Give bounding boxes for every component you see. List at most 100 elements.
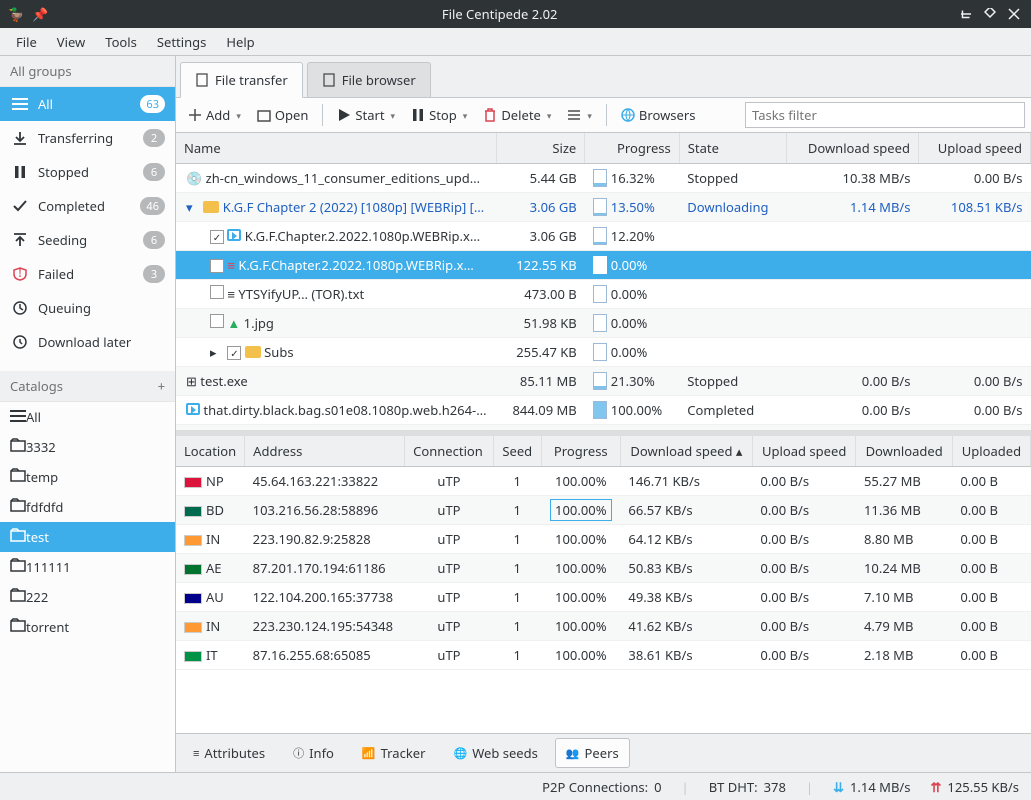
add-button[interactable]: Add▾	[182, 102, 247, 128]
start-button[interactable]: Start▾	[331, 102, 401, 128]
upload-icon	[10, 233, 30, 247]
titlebar: 🦆 📌 File Centipede 2.02	[0, 0, 1031, 28]
expand-icon[interactable]: ▸	[210, 343, 224, 361]
folder-icon	[203, 198, 219, 216]
col-state[interactable]: State	[679, 133, 787, 164]
catalog-111111[interactable]: 111111	[0, 552, 175, 582]
exe-icon: ⊞	[186, 372, 197, 390]
peer-col-download-speed[interactable]: Download speed ▴	[620, 436, 752, 467]
peer-row[interactable]: AU 122.104.200.165:37738 uTP 1 100.00% 4…	[176, 583, 1031, 612]
window-title: File Centipede 2.02	[48, 5, 951, 23]
task-row[interactable]: 💿 zh-cn_windows_11_consumer_editions_upd…	[176, 164, 1031, 193]
tasks-filter-input[interactable]	[745, 102, 1025, 128]
peer-col-seed[interactable]: Seed	[493, 436, 541, 467]
col-progress[interactable]: Progress	[585, 133, 679, 164]
stop-button[interactable]: Stop▾	[405, 102, 473, 128]
catalog-222[interactable]: 222	[0, 582, 175, 612]
toolbar: Add▾ Open Start▾ Stop▾ Delete▾ ▾ Browser…	[176, 98, 1031, 133]
catalog-fdfdfd[interactable]: fdfdfd	[0, 492, 175, 522]
progress-bar	[593, 198, 607, 216]
sub-icon: ≡	[227, 256, 235, 274]
checkbox[interactable]	[210, 285, 224, 299]
pin-icon[interactable]: 📌	[32, 5, 48, 23]
col-name[interactable]: Name	[176, 133, 496, 164]
statusbar: P2P Connections: 0 | BT DHT: 378 | ⇊ 1.1…	[0, 772, 1031, 800]
checkbox[interactable]: ✓	[227, 346, 241, 360]
sidebar: All groups All63Transferring2Stopped6Com…	[0, 56, 176, 772]
checkbox[interactable]	[210, 314, 224, 328]
checkbox[interactable]: ✓	[210, 230, 224, 244]
peer-col-uploaded[interactable]: Uploaded	[952, 436, 1030, 467]
menu-settings[interactable]: Settings	[147, 29, 216, 55]
task-row[interactable]: ▾ K.G.F Chapter 2 (2022) [1080p] [WEBRip…	[176, 193, 1031, 222]
col-size[interactable]: Size	[496, 133, 585, 164]
nav-stopped[interactable]: Stopped6	[0, 155, 175, 189]
task-row[interactable]: that.dirty.black.bag.s01e08.1080p.web.h2…	[176, 396, 1031, 425]
nav-failed[interactable]: !Failed3	[0, 257, 175, 291]
task-row[interactable]: ▲ 1.jpg 51.98 KB 0.00%	[176, 309, 1031, 338]
add-catalog-icon[interactable]: +	[158, 377, 165, 395]
peer-row[interactable]: IN 223.190.82.9:25828 uTP 1 100.00% 64.1…	[176, 525, 1031, 554]
detail-tab-peers[interactable]: 👥Peers	[555, 738, 630, 768]
catalog-torrent[interactable]: torrent	[0, 612, 175, 642]
delete-button[interactable]: Delete▾	[477, 102, 557, 128]
task-row[interactable]: ✓ ≡ K.G.F.Chapter.2.2022.1080p.WEBRip.x……	[176, 251, 1031, 280]
menu-view[interactable]: View	[47, 29, 95, 55]
detail-tab-attributes[interactable]: ≡Attributes	[182, 738, 276, 768]
peer-row[interactable]: IN 223.230.124.195:54348 uTP 1 100.00% 4…	[176, 612, 1031, 641]
peer-col-connection[interactable]: Connection	[405, 436, 494, 467]
open-button[interactable]: Open	[251, 102, 315, 128]
peers-grid[interactable]: LocationAddressConnectionSeedProgressDow…	[176, 436, 1031, 733]
nav-queuing[interactable]: Queuing	[0, 291, 175, 325]
task-row[interactable]: ≡ YTSYifyUP... (TOR).txt 473.00 B 0.00%	[176, 280, 1031, 309]
peer-col-address[interactable]: Address	[245, 436, 405, 467]
task-row[interactable]: ▸ ✓ Subs 255.47 KB 0.00%	[176, 338, 1031, 367]
detail-tab-info[interactable]: ⓘInfo	[282, 738, 345, 768]
folder-icon	[10, 408, 26, 426]
browsers-button[interactable]: Browsers	[615, 102, 702, 128]
nav-seeding[interactable]: Seeding6	[0, 223, 175, 257]
peer-row[interactable]: NP 45.64.163.221:33822 uTP 1 100.00% 146…	[176, 467, 1031, 496]
progress-bar	[593, 227, 607, 245]
peer-row[interactable]: BD 103.216.56.28:58896 uTP 1 100.00% 66.…	[176, 496, 1031, 525]
peer-row[interactable]: AE 87.201.170.194:61186 uTP 1 100.00% 50…	[176, 554, 1031, 583]
nav-download-later[interactable]: Download later	[0, 325, 175, 359]
collapse-icon[interactable]: ▾	[186, 198, 200, 216]
tasks-grid[interactable]: NameSizeProgressStateDownload speedUploa…	[176, 133, 1031, 430]
minimize-button[interactable]	[957, 5, 975, 23]
task-row[interactable]: ✓ K.G.F.Chapter.2.2022.1080p.WEBRip.x… 3…	[176, 222, 1031, 251]
folder-icon	[10, 558, 26, 576]
col-upload-speed[interactable]: Upload speed	[918, 133, 1030, 164]
menu-tools[interactable]: Tools	[95, 29, 147, 55]
peer-col-location[interactable]: Location	[176, 436, 245, 467]
peer-col-downloaded[interactable]: Downloaded	[856, 436, 952, 467]
pause-icon	[10, 165, 30, 179]
tab-file-transfer[interactable]: File transfer	[180, 62, 303, 98]
detail-tab-tracker[interactable]: 📶Tracker	[351, 738, 437, 768]
catalog-all[interactable]: All	[0, 402, 175, 432]
flag-icon	[184, 535, 202, 546]
peer-col-upload-speed[interactable]: Upload speed	[752, 436, 856, 467]
nav-completed[interactable]: Completed46	[0, 189, 175, 223]
maximize-button[interactable]	[981, 5, 999, 23]
folder-icon	[10, 588, 26, 606]
checkbox[interactable]: ✓	[210, 259, 224, 273]
detail-tab-web-seeds[interactable]: 🌐Web seeds	[442, 738, 548, 768]
progress-bar	[593, 314, 607, 332]
menu-help[interactable]: Help	[216, 29, 264, 55]
close-button[interactable]	[1005, 5, 1023, 23]
tab-file-browser[interactable]: File browser	[307, 62, 431, 97]
catalog-3332[interactable]: 3332	[0, 432, 175, 462]
groups-header: All groups	[0, 56, 175, 87]
catalog-test[interactable]: test	[0, 522, 175, 552]
more-button[interactable]: ▾	[561, 104, 598, 126]
nav-transferring[interactable]: Transferring2	[0, 121, 175, 155]
task-row[interactable]: ⊞ test.exe 85.11 MB 21.30% Stopped 0.00 …	[176, 367, 1031, 396]
download-icon	[10, 131, 30, 145]
catalog-temp[interactable]: temp	[0, 462, 175, 492]
peer-row[interactable]: IT 87.16.255.68:65085 uTP 1 100.00% 38.6…	[176, 641, 1031, 670]
col-download-speed[interactable]: Download speed	[787, 133, 919, 164]
nav-all[interactable]: All63	[0, 87, 175, 121]
peer-col-progress[interactable]: Progress	[541, 436, 620, 467]
menu-file[interactable]: File	[6, 29, 47, 55]
